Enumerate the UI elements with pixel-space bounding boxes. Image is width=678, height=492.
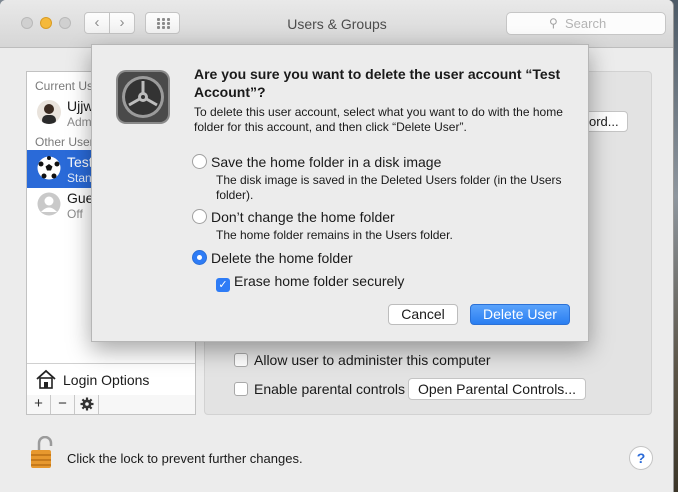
search-field[interactable]: ⚲ Search (506, 12, 666, 35)
option-dont-change[interactable]: Don’t change the home folder (192, 209, 395, 225)
guest-avatar-icon (37, 192, 61, 216)
gear-icon (80, 397, 94, 415)
house-icon (35, 368, 57, 393)
option-label: Save the home folder in a disk image (211, 154, 442, 170)
user-name: Test (67, 154, 93, 170)
login-options-label: Login Options (63, 372, 150, 388)
soccer-ball-icon (37, 156, 61, 180)
admin-checkbox-row[interactable]: Allow user to administer this computer (234, 352, 491, 368)
radio-button[interactable] (192, 154, 207, 169)
dialog-description: To delete this user account, select what… (194, 105, 563, 134)
other-users-heading: Other User (35, 135, 94, 149)
cancel-button[interactable]: Cancel (388, 304, 458, 325)
sidebar-toolbar: + − (26, 395, 196, 415)
avatar (37, 100, 61, 124)
admin-checkbox-label: Allow user to administer this computer (254, 352, 491, 368)
lock-status-text: Click the lock to prevent further change… (67, 451, 303, 466)
system-preferences-gear-icon (115, 69, 171, 128)
user-name: Ujjw (67, 98, 94, 114)
erase-securely-label: Erase home folder securely (234, 273, 405, 289)
user-status: Off (67, 207, 83, 221)
parental-controls-checkbox[interactable] (234, 382, 248, 396)
help-button[interactable]: ? (629, 446, 653, 470)
user-status: Stan (67, 171, 92, 185)
erase-securely-checkbox[interactable]: ✓ (216, 278, 230, 292)
option-note: The disk image is saved in the Deleted U… (216, 173, 562, 202)
radio-button[interactable] (192, 209, 207, 224)
option-label: Don’t change the home folder (211, 209, 395, 225)
checkmark-icon: ✓ (218, 279, 228, 291)
erase-securely-row[interactable]: ✓ Erase home folder securely (216, 273, 404, 292)
parental-checkbox-label: Enable parental controls (254, 381, 405, 397)
lock-icon[interactable] (30, 435, 54, 473)
option-delete-folder[interactable]: Delete the home folder (192, 250, 353, 266)
radio-button-selected[interactable] (192, 250, 207, 265)
admin-checkbox[interactable] (234, 353, 248, 367)
option-note: The home folder remains in the Users fol… (216, 228, 453, 242)
title-bar: ‹ › Users & Groups ⚲ Search (0, 0, 673, 48)
user-name: Gue (67, 190, 94, 206)
login-options-item[interactable]: Login Options (27, 363, 195, 395)
option-save-disk-image[interactable]: Save the home folder in a disk image (192, 154, 441, 170)
dialog-title: Are you sure you want to delete the user… (194, 66, 561, 100)
option-label: Delete the home folder (211, 250, 353, 266)
search-icon: ⚲ (549, 16, 558, 30)
delete-user-dialog: Are you sure you want to delete the user… (91, 44, 589, 342)
preferences-window: ‹ › Users & Groups ⚲ Search Current Us U… (0, 0, 674, 492)
open-parental-controls-button[interactable]: Open Parental Controls... (408, 378, 586, 400)
search-placeholder: Search (565, 16, 607, 31)
action-menu-button[interactable] (75, 395, 99, 414)
current-users-heading: Current Us (35, 79, 94, 93)
add-user-button[interactable]: + (27, 395, 51, 414)
parental-checkbox-row[interactable]: Enable parental controls (234, 381, 405, 397)
delete-user-button[interactable]: Delete User (470, 304, 570, 325)
remove-user-button[interactable]: − (51, 395, 75, 414)
